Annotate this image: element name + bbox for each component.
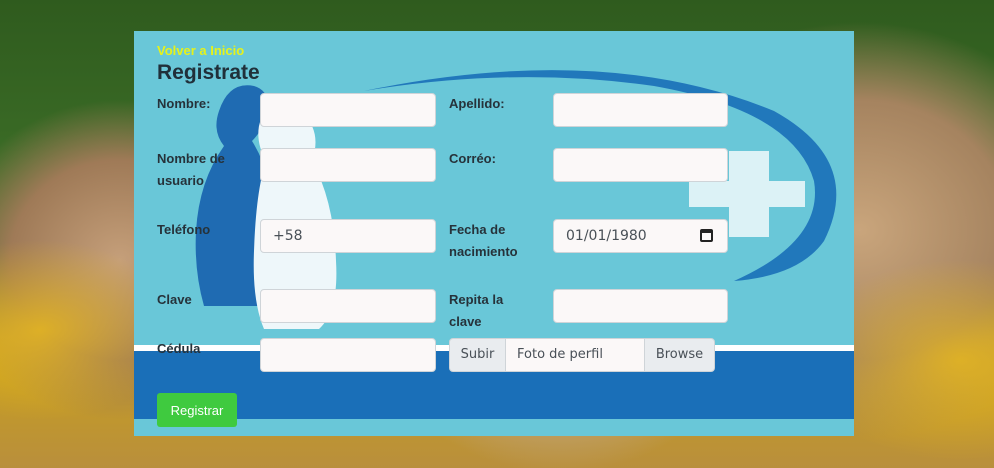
apellido-label: Apellido:: [449, 96, 505, 111]
telefono-input[interactable]: +58: [260, 219, 436, 253]
cedula-label: Cédula: [157, 341, 201, 356]
usuario-input[interactable]: [260, 148, 436, 182]
register-button[interactable]: Registrar: [157, 393, 237, 427]
fecha-value: 01/01/1980: [566, 228, 647, 244]
repita-label-line2: clave: [449, 314, 482, 329]
repita-clave-input[interactable]: [553, 289, 728, 323]
nombre-input[interactable]: [260, 93, 436, 127]
page-title: Registrate: [157, 61, 260, 84]
back-to-home-link[interactable]: Volver a Inicio: [157, 43, 244, 58]
calendar-icon[interactable]: [700, 229, 713, 242]
fecha-nacimiento-input[interactable]: 01/01/1980: [553, 219, 728, 253]
apellido-input[interactable]: [553, 93, 728, 127]
usuario-label-line2: usuario: [157, 173, 204, 188]
repita-label-line1: Repita la: [449, 292, 504, 307]
fecha-label-line1: Fecha de: [449, 222, 506, 237]
upload-prefix: Subir: [450, 339, 506, 371]
browse-button[interactable]: Browse: [644, 339, 714, 371]
correo-input[interactable]: [553, 148, 728, 182]
usuario-label-line1: Nombre de: [157, 151, 225, 166]
profile-photo-upload[interactable]: Subir Foto de perfil Browse: [449, 338, 715, 372]
correo-label: Corréo:: [449, 151, 496, 166]
cedula-input[interactable]: [260, 338, 436, 372]
profile-photo-filename[interactable]: Foto de perfil: [506, 339, 644, 371]
repita-clave-label: Repita la clave: [449, 289, 503, 333]
register-card: Volver a Inicio Registrate Nombre: Apell…: [134, 31, 854, 436]
fecha-label: Fecha de nacimiento: [449, 219, 518, 263]
telefono-label: Teléfono: [157, 222, 211, 237]
usuario-label: Nombre de usuario: [157, 148, 225, 192]
nombre-label: Nombre:: [157, 96, 211, 111]
clave-label: Clave: [157, 292, 192, 307]
fecha-label-line2: nacimiento: [449, 244, 518, 259]
clave-input[interactable]: [260, 289, 436, 323]
